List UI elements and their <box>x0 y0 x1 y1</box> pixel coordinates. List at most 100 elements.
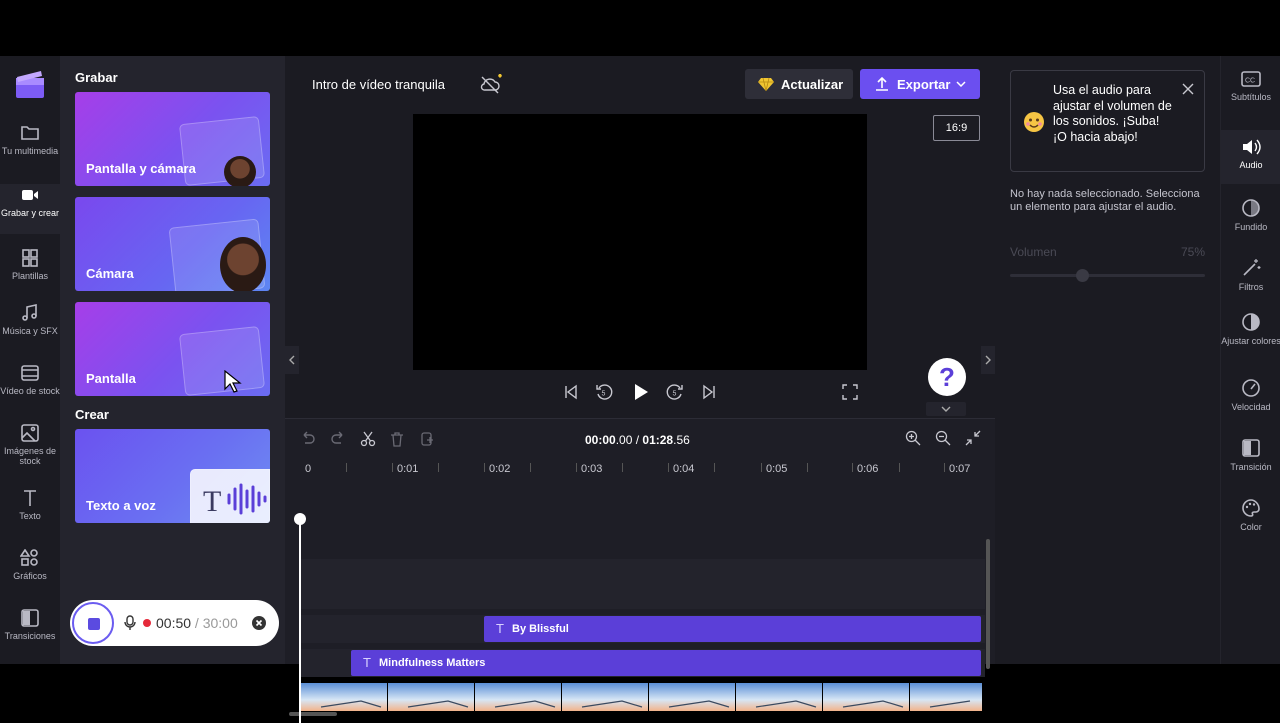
rail-item-stock-images[interactable]: Imágenes de stock <box>0 424 60 466</box>
rail-item-fade[interactable]: Fundido <box>1221 198 1280 232</box>
playhead[interactable] <box>299 517 301 723</box>
empty-track[interactable] <box>300 559 985 609</box>
microphone-icon[interactable] <box>124 615 136 631</box>
rail-item-speed[interactable]: Velocidad <box>1221 378 1280 412</box>
svg-text:T: T <box>203 485 221 517</box>
collapse-right-panel-icon[interactable] <box>981 346 995 374</box>
zoom-out-icon[interactable] <box>935 430 951 446</box>
collapse-preview-icon[interactable] <box>926 402 966 416</box>
music-icon <box>22 304 37 321</box>
emoji-icon <box>1024 112 1044 132</box>
update-button[interactable]: Actualizar <box>745 69 853 99</box>
rail-item-stock-video[interactable]: Vídeo de stock <box>0 364 60 396</box>
palette-icon <box>1242 499 1260 517</box>
presenter-thumbnail <box>224 156 256 186</box>
scissors-icon[interactable] <box>360 431 376 447</box>
fullscreen-icon[interactable] <box>842 384 858 400</box>
cloud-sync-off-icon[interactable] <box>479 74 505 96</box>
rail-item-text[interactable]: Texto <box>0 489 60 521</box>
zoom-in-icon[interactable] <box>905 430 921 446</box>
forward-5s-icon[interactable]: 5 <box>666 383 684 401</box>
camera-card[interactable]: Cámara <box>75 197 270 291</box>
volume-slider[interactable] <box>1010 274 1205 277</box>
volume-value: 75% <box>1180 245 1205 259</box>
rail-item-transition[interactable]: Transición <box>1221 438 1280 472</box>
presenter-thumbnail <box>220 237 266 291</box>
rail-item-subtitles[interactable]: CC Subtítulos <box>1221 70 1280 120</box>
screen-and-camera-card[interactable]: Pantalla y cámara <box>75 92 270 186</box>
timeline-horizontal-scrollbar[interactable] <box>289 712 337 716</box>
right-tools-rail: CC Subtítulos Audio Fundido Filtros Ajus… <box>1220 56 1280 664</box>
rail-item-music[interactable]: Música y SFX <box>0 304 60 336</box>
screen-card[interactable]: Pantalla <box>75 302 270 396</box>
trash-icon[interactable] <box>389 431 405 447</box>
collapse-left-panel-icon[interactable] <box>285 346 299 374</box>
record-section-title: Grabar <box>75 70 118 85</box>
fit-timeline-icon[interactable] <box>965 430 981 446</box>
cc-icon: CC <box>1241 71 1261 87</box>
record-create-panel: Grabar Pantalla y cámara Cámara Pantalla… <box>60 56 285 664</box>
svg-text:CC: CC <box>1245 78 1255 85</box>
text-clip-icon: T <box>496 621 504 636</box>
play-icon[interactable] <box>632 383 650 401</box>
shapes-icon <box>20 549 38 566</box>
skip-to-start-icon[interactable] <box>563 384 579 400</box>
volume-label: Volumen <box>1010 245 1057 259</box>
recording-control-bar: 00:50 / 30:00 <box>70 600 279 646</box>
timeline: 00:00.00 / 01:28.56 0 0:01 0:02 0:03 0:0… <box>285 418 995 723</box>
stop-icon <box>88 618 100 630</box>
timeline-vertical-scrollbar[interactable] <box>986 539 990 669</box>
upload-icon <box>876 77 888 91</box>
mouse-cursor-icon <box>224 370 242 393</box>
redo-icon[interactable] <box>330 431 346 447</box>
stop-recording-button[interactable] <box>72 602 114 644</box>
aspect-ratio-button[interactable]: 16:9 <box>933 115 980 141</box>
rail-item-transitions[interactable]: Transiciones <box>0 609 60 641</box>
timeline-clip-by-blissful[interactable]: T By Blissful <box>484 616 981 642</box>
transition-icon <box>1242 439 1260 457</box>
templates-icon <box>22 249 38 267</box>
create-section-title: Crear <box>75 407 109 422</box>
help-button[interactable]: ? <box>928 358 966 396</box>
clipchamp-editor: Tu multimedia Grabar y crear Plantillas … <box>0 56 1280 723</box>
text-clip-icon: T <box>363 655 371 670</box>
volume-slider-handle[interactable] <box>1076 269 1089 282</box>
diamond-premium-icon <box>758 77 774 91</box>
close-recording-icon[interactable] <box>252 616 266 630</box>
image-icon <box>21 424 39 442</box>
project-title[interactable]: Intro de vídeo tranquila <box>312 77 445 92</box>
rail-item-record-create[interactable]: Grabar y crear <box>0 184 60 234</box>
rail-item-audio[interactable]: Audio <box>1221 130 1280 184</box>
speaker-icon <box>1243 139 1261 155</box>
chevron-down-icon <box>956 81 966 87</box>
rail-item-filters[interactable]: Filtros <box>1221 258 1280 292</box>
export-button[interactable]: Exportar <box>860 69 980 99</box>
rewind-5s-icon[interactable]: 5 <box>595 383 613 401</box>
editor-main: Intro de vídeo tranquila Actualizar Expo… <box>285 56 995 723</box>
video-preview[interactable] <box>413 114 867 370</box>
undo-icon[interactable] <box>300 431 316 447</box>
audio-tip-card: Usa el audio para ajustar el volumen de … <box>1010 70 1205 172</box>
timeline-clip-mindfulness-matters[interactable]: T Mindfulness Matters <box>351 650 981 676</box>
video-clip-filmstrip[interactable] <box>301 683 982 711</box>
rail-item-adjust-colors[interactable]: Ajustar colores <box>1221 312 1280 346</box>
rail-item-media[interactable]: Tu multimedia <box>0 124 60 156</box>
skip-to-end-icon[interactable] <box>701 384 717 400</box>
film-icon <box>21 365 39 381</box>
no-selection-message: No hay nada seleccionado. Selecciona un … <box>1010 188 1200 213</box>
text-icon <box>24 490 36 506</box>
app-logo-icon[interactable] <box>14 68 46 100</box>
rail-item-templates[interactable]: Plantillas <box>0 249 60 281</box>
duplicate-icon[interactable] <box>420 431 436 447</box>
close-icon[interactable] <box>1182 83 1194 95</box>
recording-indicator-dot <box>143 619 151 627</box>
rail-item-color[interactable]: Color <box>1221 498 1280 532</box>
text-to-speech-icon: T <box>203 483 267 517</box>
left-nav-rail: Tu multimedia Grabar y crear Plantillas … <box>0 56 60 664</box>
fade-icon <box>1242 199 1260 217</box>
contrast-icon <box>1242 313 1260 331</box>
rail-item-graphics[interactable]: Gráficos <box>0 549 60 581</box>
timecode: 00:00.00 / 01:28.56 <box>585 433 690 447</box>
recording-timer: 00:50 / 30:00 <box>156 615 238 631</box>
text-to-speech-card[interactable]: T Texto a voz <box>75 429 270 523</box>
